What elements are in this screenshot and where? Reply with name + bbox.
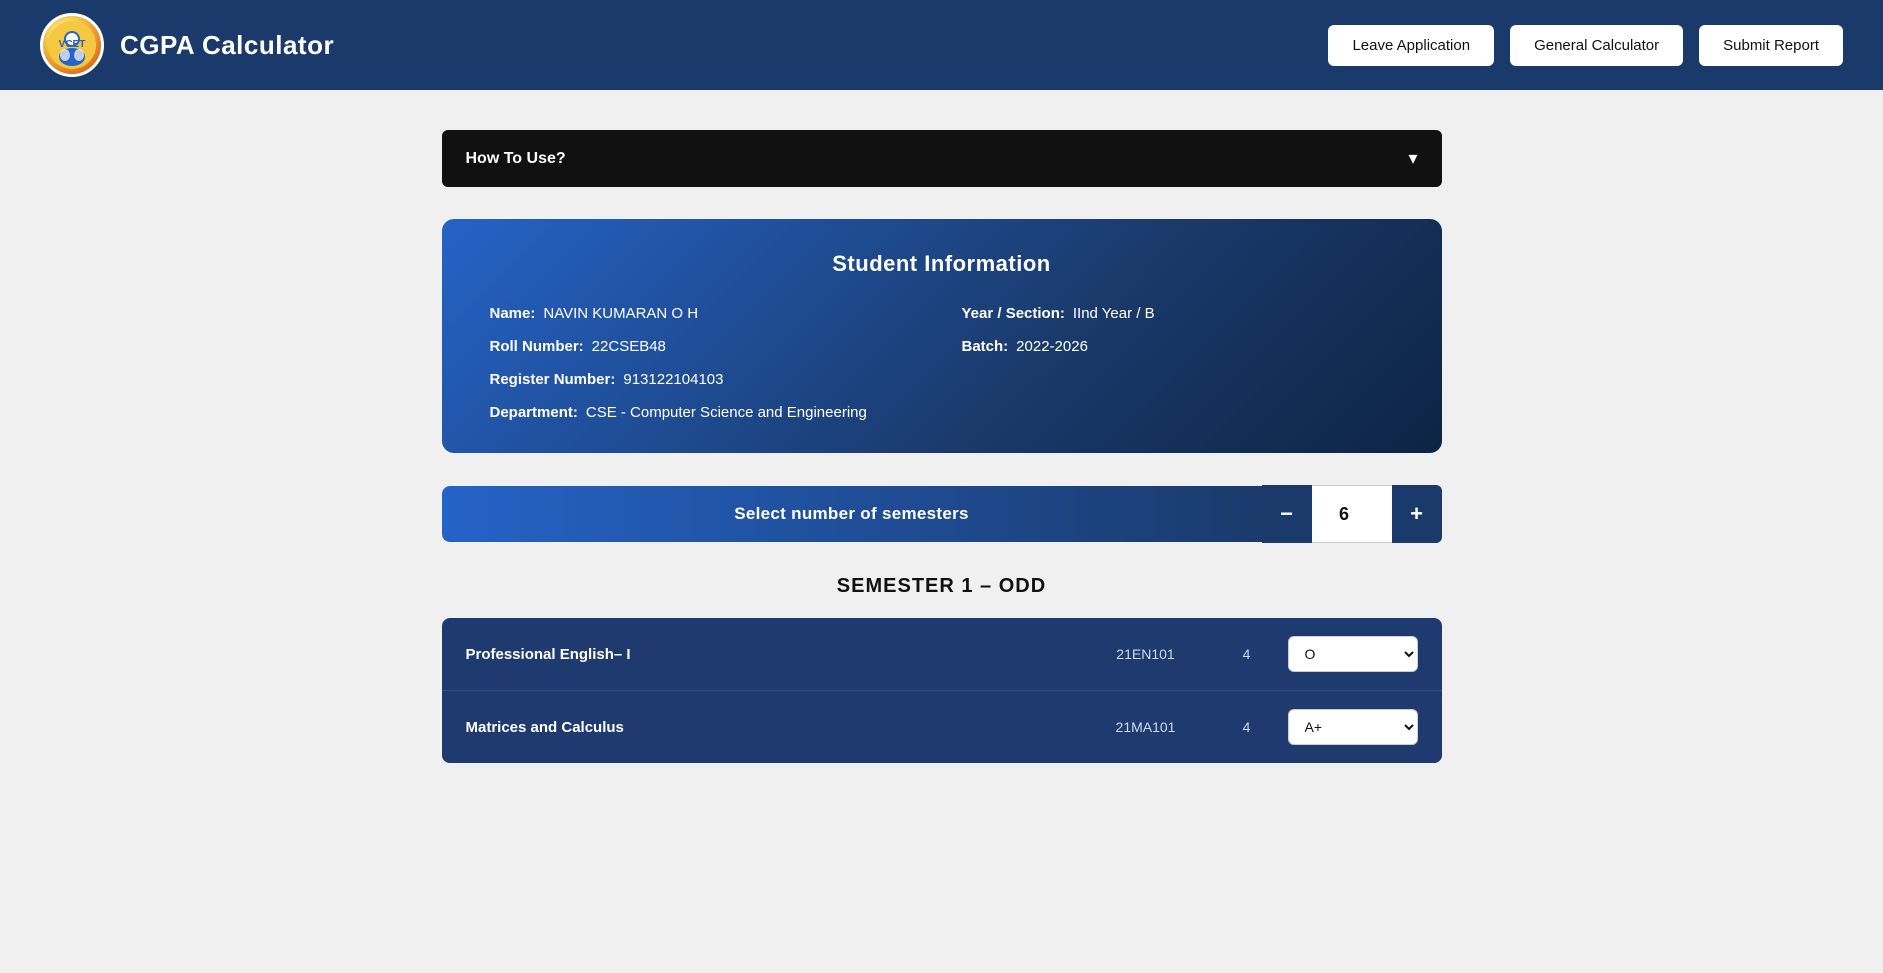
batch-value: 2022-2026 [1016,338,1088,355]
roll-number-row: Roll Number: 22CSEB48 [490,338,922,355]
app-header: VCET CGPA Calculator Leave Application G… [0,0,1883,90]
increment-semester-button[interactable]: + [1392,485,1442,543]
semester1-title: SEMESTER 1 – ODD [442,575,1442,598]
batch-label: Batch: [962,338,1009,355]
department-label: Department: [490,404,578,421]
subject-code: 21EN101 [1086,646,1206,662]
student-info-grid: Name: NAVIN KUMARAN O H Year / Section: … [490,305,1394,421]
subject-code: 21MA101 [1086,719,1206,735]
submit-report-button[interactable]: Submit Report [1699,25,1843,66]
accordion-title: How To Use? [466,150,566,168]
grade-select[interactable]: A+ O A B+ B C RA SA W [1288,709,1418,745]
decrement-semester-button[interactable]: − [1262,485,1312,543]
main-content: How To Use? ▾ Student Information Name: … [422,130,1462,763]
department-row: Department: CSE - Computer Science and E… [490,404,1394,421]
leave-application-button[interactable]: Leave Application [1328,25,1494,66]
general-calculator-button[interactable]: General Calculator [1510,25,1683,66]
subject-name: Professional English– I [466,646,1070,663]
subject-credits: 4 [1222,719,1272,735]
name-value: NAVIN KUMARAN O H [543,305,698,322]
app-title: CGPA Calculator [120,30,334,61]
register-number-row: Register Number: 913122104103 [490,371,1394,388]
semester-control: − + [1262,485,1442,543]
year-section-row: Year / Section: IInd Year / B [962,305,1394,322]
batch-row: Batch: 2022-2026 [962,338,1394,355]
logo: VCET [40,13,104,77]
name-row: Name: NAVIN KUMARAN O H [490,305,922,322]
semester-count-input[interactable] [1312,485,1392,543]
how-to-use-accordion[interactable]: How To Use? ▾ [442,130,1442,187]
roll-number-label: Roll Number: [490,338,584,355]
svg-text:VCET: VCET [59,39,86,50]
register-number-label: Register Number: [490,371,616,388]
chevron-down-icon: ▾ [1408,148,1417,169]
name-label: Name: [490,305,536,322]
table-row: Matrices and Calculus 21MA101 4 A+ O A B… [442,691,1442,763]
accordion-header[interactable]: How To Use? ▾ [442,130,1442,187]
subject-credits: 4 [1222,646,1272,662]
grade-select[interactable]: O A+ A B+ B C RA SA W [1288,636,1418,672]
student-card-title: Student Information [490,251,1394,277]
semester-selector: Select number of semesters − + [442,485,1442,543]
semester-label: Select number of semesters [442,486,1262,542]
table-row: Professional English– I 21EN101 4 O A+ A… [442,618,1442,691]
roll-number-value: 22CSEB48 [592,338,666,355]
year-section-label: Year / Section: [962,305,1065,322]
subjects-table: Professional English– I 21EN101 4 O A+ A… [442,618,1442,763]
register-number-value: 913122104103 [623,371,723,388]
header-left: VCET CGPA Calculator [40,13,334,77]
department-value: CSE - Computer Science and Engineering [586,404,867,421]
subject-name: Matrices and Calculus [466,719,1070,736]
student-info-card: Student Information Name: NAVIN KUMARAN … [442,219,1442,453]
header-nav: Leave Application General Calculator Sub… [1328,25,1843,66]
year-section-value: IInd Year / B [1073,305,1155,322]
